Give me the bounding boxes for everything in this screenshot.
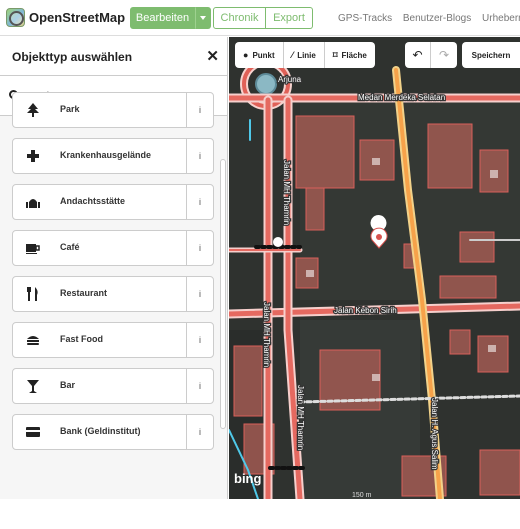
preset-label: Restaurant [60, 288, 108, 298]
nav-link-user-diaries[interactable]: Benutzer-Blogs [403, 13, 471, 24]
preset-label: Park [60, 104, 80, 114]
info-icon[interactable]: i [186, 415, 213, 449]
preset-list: Park i Krankenhausgelände i Andachtsstät… [12, 92, 214, 460]
info-icon[interactable]: i [186, 323, 213, 357]
preset-bank[interactable]: Bank (Geldinstitut) i [12, 414, 214, 450]
map-label-arjuna: Arjuna [278, 75, 302, 84]
brand-name: OpenStreetMap [29, 10, 126, 25]
place-of-worship-icon [13, 185, 53, 219]
sidebar-scrollbar[interactable] [219, 159, 226, 529]
map-label-thamrin-upper: Jalan MH Thamrin [282, 160, 291, 225]
preset-park[interactable]: Park i [12, 92, 214, 128]
point-marker-icon: ● [243, 50, 249, 60]
tree-icon [13, 93, 53, 127]
close-icon[interactable]: ✕ [206, 47, 219, 65]
map-label-medan-merdeka: Medan Merdeka Selatan [358, 93, 445, 102]
save-button[interactable]: Speichern [462, 42, 520, 68]
undo-icon: ↶ [412, 48, 423, 62]
map-canvas[interactable]: Arjuna Medan Merdeka Selatan Jalan Kebon… [229, 37, 520, 499]
undo-button[interactable]: ↶ [405, 42, 431, 68]
redo-icon: ↷ [438, 48, 450, 62]
info-icon[interactable]: i [186, 185, 213, 219]
nav-link-gps-traces[interactable]: GPS-Tracks [338, 13, 392, 24]
bing-attribution-logo[interactable]: bing [234, 471, 261, 486]
osm-logo-icon [6, 8, 25, 27]
undo-redo-group: ↶ ↷ [405, 42, 457, 68]
preset-restaurant[interactable]: Restaurant i [12, 276, 214, 312]
add-point-button[interactable]: ● Punkt [235, 42, 284, 68]
coffee-cup-icon [13, 231, 53, 265]
info-icon[interactable]: i [186, 277, 213, 311]
cross-icon [13, 139, 53, 173]
nav-links: GPS-Tracks Benutzer-Blogs Urheberrecht [338, 13, 520, 24]
fork-knife-icon [13, 277, 53, 311]
draw-toolbar: ● Punkt ⁄ Linie ⌑ Fläche [235, 42, 375, 68]
preset-label: Bar [60, 380, 76, 390]
top-navbar: OpenStreetMap Bearbeiten Chronik Export … [0, 0, 520, 36]
edit-dropdown-caret[interactable] [195, 7, 211, 29]
sidebar-title: Objekttyp auswählen [12, 50, 133, 64]
sidebar-header: Objekttyp auswählen ✕ [0, 37, 227, 76]
preset-label: Fast Food [60, 334, 103, 344]
edit-button-group: Bearbeiten Chronik Export [130, 7, 313, 29]
map-scale: 150 m [352, 492, 372, 499]
info-icon[interactable]: i [186, 139, 213, 173]
preset-label: Krankenhausgelände [60, 150, 152, 160]
info-icon[interactable]: i [186, 231, 213, 265]
cocktail-glass-icon [13, 369, 53, 403]
add-area-button[interactable]: ⌑ Fläche [324, 42, 375, 68]
info-icon[interactable]: i [186, 369, 213, 403]
preset-label: Andachtsstätte [60, 196, 126, 206]
redo-button[interactable]: ↷ [431, 42, 457, 68]
preset-fast-food[interactable]: Fast Food i [12, 322, 214, 358]
map-label-thamrin-lower: Jalan MH Thamrin [262, 302, 271, 367]
map-drawing: Arjuna Medan Merdeka Selatan Jalan Kebon… [229, 37, 520, 499]
history-button[interactable]: Chronik [213, 7, 266, 29]
line-icon: ⁄ [291, 50, 294, 60]
preset-bar[interactable]: Bar i [12, 368, 214, 404]
preset-hospital[interactable]: Krankenhausgelände i [12, 138, 214, 174]
edit-button[interactable]: Bearbeiten [130, 7, 195, 29]
preset-label: Café [60, 242, 80, 252]
map-label-agus-salim: Jalan H. Agus Salim [430, 398, 439, 470]
preset-cafe[interactable]: Café i [12, 230, 214, 266]
burger-icon [13, 323, 53, 357]
map-label-thamrin-lower-2: Jalan MH Thamrin [296, 385, 305, 450]
bus-stop-icon[interactable] [273, 237, 283, 247]
map-label-kebon-sirih: Jalan Kebon Sirih [334, 306, 397, 315]
preset-label: Bank (Geldinstitut) [60, 426, 141, 436]
export-button[interactable]: Export [266, 7, 313, 29]
preset-place-of-worship[interactable]: Andachtsstätte i [12, 184, 214, 220]
nav-link-copyright[interactable]: Urheberrecht [482, 13, 520, 24]
add-line-button[interactable]: ⁄ Linie [283, 42, 325, 68]
credit-card-icon [13, 415, 53, 449]
scroll-thumb[interactable] [220, 159, 226, 429]
info-icon[interactable]: i [186, 93, 213, 127]
area-icon: ⌑ [332, 49, 338, 60]
osm-logo[interactable]: OpenStreetMap [6, 8, 125, 27]
